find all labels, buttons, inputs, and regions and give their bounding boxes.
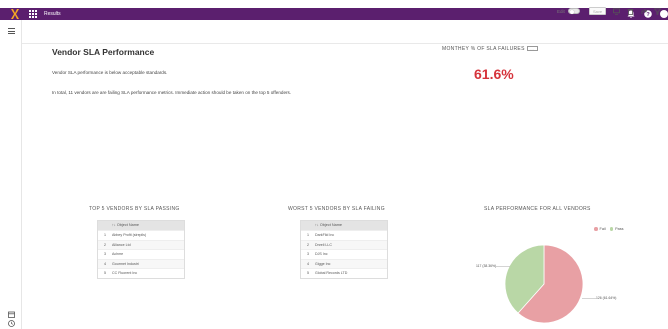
filter-icon[interactable] xyxy=(654,8,661,15)
pie-label-fail: 126 (61.64%) xyxy=(596,296,617,300)
summary-line-1: Vendor SLA performance is below acceptab… xyxy=(52,70,168,75)
user-avatar[interactable] xyxy=(660,10,668,18)
kpi-info-box[interactable]: ... xyxy=(526,46,538,52)
legend-label-pass: Pass xyxy=(615,227,624,231)
row-index: 2 xyxy=(307,242,309,247)
dashboard-toolbar xyxy=(22,20,668,44)
row-index: 1 xyxy=(307,233,309,237)
app-grid-icon[interactable] xyxy=(29,10,37,18)
table-row[interactable]: 2 Alliance Ltd xyxy=(98,239,184,250)
left-rail xyxy=(0,20,22,329)
table-header[interactable]: ↑↓ Object Name xyxy=(98,221,184,230)
worst-failing-table: ↑↓ Object Name 1 DarkFlid Inc 2 Dnreli LLC… xyxy=(300,220,388,279)
header-label: Object Name xyxy=(116,223,140,227)
row-name: Dnreli LLC xyxy=(315,242,332,247)
row-name: Gourmet Industri xyxy=(112,261,139,266)
row-name: Global Records LTD xyxy=(315,271,348,276)
pie-label-pass: 117 (38.36%) xyxy=(476,264,497,268)
save-button[interactable]: Save xyxy=(589,7,606,15)
legend-swatch-pass xyxy=(609,227,614,231)
row-name: DJS Inc xyxy=(315,252,328,257)
row-index: 4 xyxy=(104,261,106,266)
kpi-value: 61.6% xyxy=(474,66,514,82)
top-passing-title: TOP 5 VENDORS BY SLA PASSING xyxy=(89,206,180,212)
table-row[interactable]: 3 Achme xyxy=(98,249,184,259)
row-index: 5 xyxy=(104,271,106,276)
edit-label: Edit xyxy=(557,9,565,14)
worst-failing-title: WORST 5 VENDORS BY SLA FAILING xyxy=(288,206,385,212)
chart-title: SLA PERFORMANCE FOR ALL VENDORS xyxy=(484,206,591,212)
app-title: Results xyxy=(44,11,61,17)
legend-swatch-fail xyxy=(594,227,598,231)
page-title: Vendor SLA Performance xyxy=(52,47,155,57)
header-label: Object Name xyxy=(319,223,343,227)
pie-leader-line-fail xyxy=(582,298,596,299)
sla-pie-chart xyxy=(504,244,584,324)
pie-leader-line-pass xyxy=(496,266,510,267)
row-index: 1 xyxy=(104,233,106,237)
row-index: 2 xyxy=(104,242,106,247)
row-name: Gigge Inc xyxy=(315,261,331,266)
table-row[interactable]: 1 DarkFlid Inc xyxy=(301,230,387,240)
chart-legend: Fail Pass xyxy=(590,227,624,231)
row-name: Alliance Ltd xyxy=(112,242,131,247)
row-name: CC Fluorent Inc xyxy=(112,271,138,276)
table-row[interactable]: 4 Gigge Inc xyxy=(301,258,387,269)
kpi-title: MONTHEY % OF SLA FAILURES... xyxy=(442,46,538,52)
app-logo-icon[interactable] xyxy=(11,9,19,19)
row-index: 3 xyxy=(104,252,106,257)
monitor-icon[interactable] xyxy=(613,8,620,15)
table-header[interactable]: ↑↓ Object Name xyxy=(301,221,387,230)
menu-icon[interactable] xyxy=(8,28,15,34)
clock-icon[interactable] xyxy=(8,320,15,327)
share-icon[interactable] xyxy=(641,8,648,15)
row-name: Abbey Profit (slrepils) xyxy=(112,233,147,237)
delete-icon[interactable] xyxy=(627,8,634,15)
calendar-icon[interactable] xyxy=(8,311,15,318)
top-passing-table: ↑↓ Object Name 1 Abbey Profit (slrepils) … xyxy=(97,220,185,279)
sort-icon[interactable]: ↑↓ xyxy=(315,223,319,227)
table-row[interactable]: 2 Dnreli LLC xyxy=(301,239,387,250)
table-row[interactable]: 4 Gourmet Industri xyxy=(98,258,184,269)
row-name: Achme xyxy=(112,252,124,257)
table-row[interactable]: 3 DJS Inc xyxy=(301,249,387,259)
summary-line-2: In total, 11 vendors are are failing SLA… xyxy=(52,90,292,95)
table-row[interactable]: 5 CC Fluorent Inc xyxy=(98,268,184,278)
row-index: 3 xyxy=(307,252,309,257)
kpi-title-text: MONTHEY % OF SLA FAILURES xyxy=(442,46,525,52)
row-index: 4 xyxy=(307,261,309,266)
edit-toggle[interactable] xyxy=(568,8,580,14)
row-index: 5 xyxy=(307,271,309,276)
sort-icon[interactable]: ↑↓ xyxy=(112,223,116,227)
table-row[interactable]: 1 Abbey Profit (slrepils) xyxy=(98,230,184,240)
row-name: DarkFlid Inc xyxy=(315,233,335,237)
table-row[interactable]: 5 Global Records LTD xyxy=(301,268,387,278)
legend-label-fail: Fail xyxy=(599,227,606,231)
